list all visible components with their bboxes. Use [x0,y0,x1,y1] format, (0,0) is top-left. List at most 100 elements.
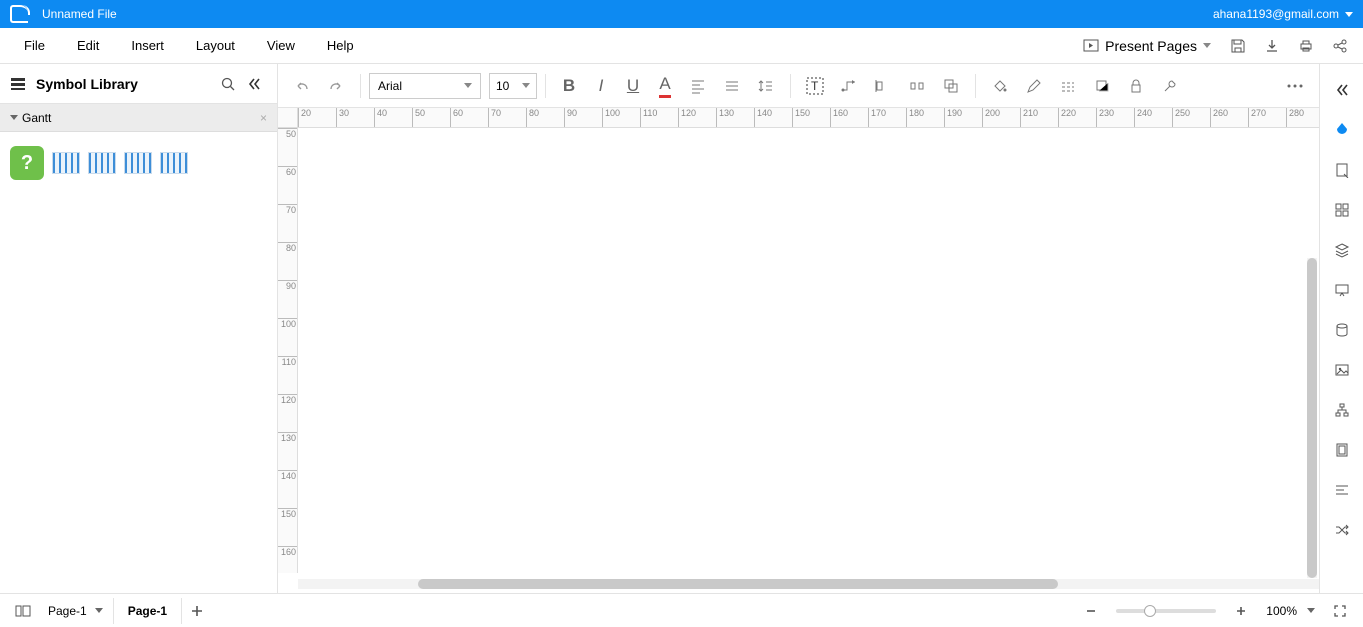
theme-button[interactable] [1326,114,1358,146]
align-vertical-button[interactable] [716,70,748,102]
page-tab-1[interactable]: Page-1 [113,598,182,624]
user-email: ahana1193@gmail.com [1213,7,1339,21]
zoom-thumb[interactable] [1144,605,1156,617]
undo-button[interactable] [286,70,318,102]
line-spacing-button[interactable] [750,70,782,102]
menu-bar: File Edit Insert Layout View Help Presen… [0,28,1363,64]
image-button[interactable] [1326,354,1358,386]
present-label: Present Pages [1105,38,1197,54]
pages-list-button[interactable] [8,596,38,626]
ruler-tick: 160 [830,108,848,128]
menu-file[interactable]: File [8,32,61,59]
sidebar-section-gantt[interactable]: Gantt × [0,104,277,132]
shadow-button[interactable] [1086,70,1118,102]
ruler-tick: 70 [278,204,298,215]
align-horizontal-button[interactable] [682,70,714,102]
ruler-horizontal[interactable]: 2030405060708090100110120130140150160170… [298,108,1319,128]
vertical-scrollbar[interactable] [1307,258,1317,578]
underline-button[interactable]: U [618,71,648,101]
expand-panel-button[interactable] [1326,74,1358,106]
zoom-out-button[interactable] [1076,596,1106,626]
menu-edit[interactable]: Edit [61,32,115,59]
page-button[interactable] [1326,154,1358,186]
lock-icon [1128,78,1144,94]
menu-layout[interactable]: Layout [180,32,251,59]
menu-insert[interactable]: Insert [115,32,180,59]
present-pages-button[interactable]: Present Pages [1075,34,1219,58]
add-page-button[interactable] [182,596,212,626]
ruler-tick: 90 [564,108,577,128]
distribute-button[interactable] [901,70,933,102]
scrollbar-thumb[interactable] [1307,258,1317,578]
ruler-vertical[interactable]: 5060708090100110120130140150160170 [278,128,298,573]
horizontal-scrollbar[interactable] [298,579,1319,589]
distribute-icon [909,78,925,94]
bold-button[interactable]: B [554,71,584,101]
gantt-symbol-4[interactable] [160,152,188,174]
line-spacing-icon [758,78,774,94]
font-size-select[interactable]: 10 [489,73,537,99]
sidebar-title: Symbol Library [36,76,215,92]
ruler-tick: 220 [1058,108,1076,128]
font-color-button[interactable]: A [650,71,680,101]
menu-view[interactable]: View [251,32,311,59]
print-button[interactable] [1291,31,1321,61]
ruler-tick: 70 [488,108,501,128]
plus-icon [190,604,204,618]
group-button[interactable] [935,70,967,102]
fullscreen-button[interactable] [1325,596,1355,626]
align-left-icon [690,78,706,94]
search-library-button[interactable] [215,71,241,97]
collapse-sidebar-button[interactable] [241,71,267,97]
data-button[interactable] [1326,314,1358,346]
page-selector-label: Page-1 [48,604,87,618]
user-menu[interactable]: ahana1193@gmail.com [1213,7,1353,21]
align-panel-button[interactable] [1326,474,1358,506]
ruler-tick: 120 [678,108,696,128]
comment-button[interactable] [1326,274,1358,306]
more-options-button[interactable] [1279,70,1311,102]
ruler-tick: 80 [278,242,298,253]
redo-button[interactable] [320,70,352,102]
gantt-symbol-2[interactable] [88,152,116,174]
undo-icon [294,78,310,94]
menu-help[interactable]: Help [311,32,370,59]
align-objects-button[interactable] [867,70,899,102]
canvas[interactable] [298,128,1319,573]
help-badge-icon[interactable]: ? [10,146,44,180]
fill-button[interactable] [984,70,1016,102]
font-family-select[interactable]: Arial [369,73,481,99]
scrollbar-thumb[interactable] [418,579,1058,589]
grid-button[interactable] [1326,194,1358,226]
share-button[interactable] [1325,31,1355,61]
line-style-button[interactable] [1052,70,1084,102]
tools-button[interactable] [1154,70,1186,102]
ruler-tick: 80 [526,108,539,128]
export-button[interactable] [1257,31,1287,61]
sitemap-button[interactable] [1326,394,1358,426]
app-logo-icon [10,5,28,23]
lock-button[interactable] [1120,70,1152,102]
group-icon [943,78,959,94]
chevron-double-left-icon [247,77,261,91]
ruler-tick: 200 [982,108,1000,128]
page-selector[interactable]: Page-1 [38,604,113,618]
clipboard-button[interactable] [1326,434,1358,466]
database-icon [1334,322,1350,338]
ruler-tick: 110 [278,356,298,367]
save-button[interactable] [1223,31,1253,61]
gantt-symbol-1[interactable] [52,152,80,174]
layers-button[interactable] [1326,234,1358,266]
ruler-tick: 130 [716,108,734,128]
paint-drop-icon [1333,121,1351,139]
gantt-symbol-3[interactable] [124,152,152,174]
shuffle-button[interactable] [1326,514,1358,546]
zoom-in-button[interactable] [1226,596,1256,626]
line-color-button[interactable] [1018,70,1050,102]
text-tool-button[interactable]: T [799,70,831,102]
zoom-slider[interactable] [1116,609,1216,613]
print-icon [1298,38,1314,54]
close-section-button[interactable]: × [260,111,267,125]
italic-button[interactable]: I [586,71,616,101]
connector-button[interactable] [833,70,865,102]
